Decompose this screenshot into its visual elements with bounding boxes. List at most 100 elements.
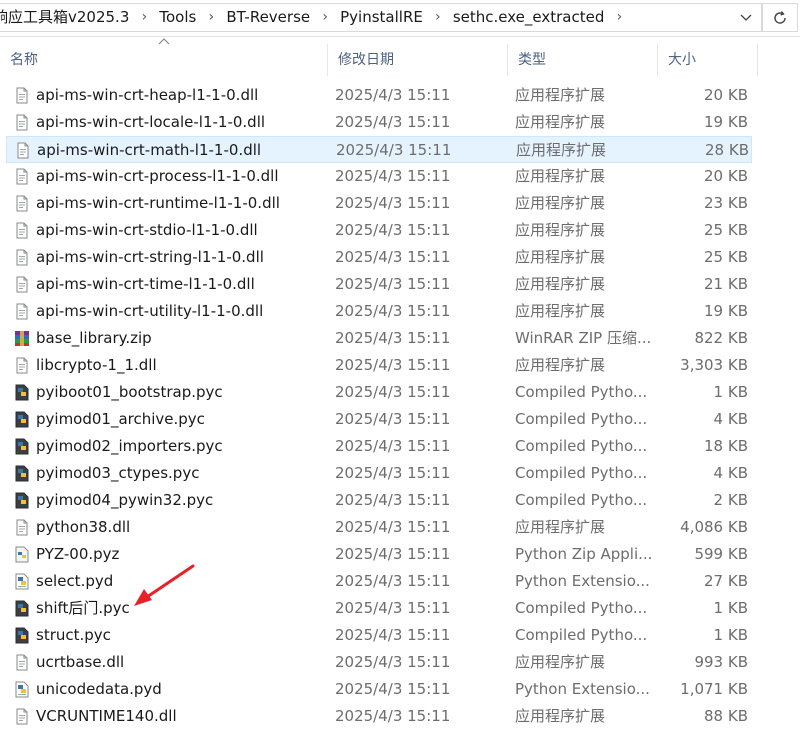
file-size: 27 KB <box>704 572 748 590</box>
breadcrumb-item[interactable]: 响应工具箱v2025.3 <box>0 4 132 31</box>
dll-file-icon <box>14 654 30 671</box>
dll-file-icon <box>14 519 30 536</box>
file-modified-date: 2025/4/3 15:11 <box>335 707 451 725</box>
file-row[interactable]: api-ms-win-crt-process-l1-1-0.dll 2025/4/… <box>6 163 752 190</box>
file-modified-date: 2025/4/3 15:11 <box>335 194 451 212</box>
python-zip-icon <box>14 546 30 563</box>
file-modified-date: 2025/4/3 15:11 <box>335 275 451 293</box>
breadcrumb[interactable]: 响应工具箱v2025.3 › Tools › BT-Reverse › Pyin… <box>0 3 762 32</box>
file-type: Compiled Pytho... <box>515 437 648 455</box>
file-modified-date: 2025/4/3 15:11 <box>335 383 451 401</box>
file-size: 1 KB <box>713 383 748 401</box>
file-row[interactable]: libcrypto-1_1.dll 2025/4/3 15:11 应用程序扩展 3,3… <box>6 352 752 379</box>
file-type: Compiled Pytho... <box>515 464 648 482</box>
file-size: 19 KB <box>704 302 748 320</box>
chevron-right-icon[interactable]: › <box>132 4 156 31</box>
file-type: 应用程序扩展 <box>515 167 606 185</box>
file-name: struct.pyc <box>36 626 111 644</box>
file-modified-date: 2025/4/3 15:11 <box>335 599 451 617</box>
file-modified-date: 2025/4/3 15:11 <box>335 437 451 455</box>
file-name: unicodedata.pyd <box>36 680 162 698</box>
file-size: 822 KB <box>694 329 748 347</box>
file-row[interactable]: api-ms-win-crt-locale-l1-1-0.dll 2025/4/3… <box>6 109 752 136</box>
file-row[interactable]: api-ms-win-crt-time-l1-1-0.dll 2025/4/3 1… <box>6 271 752 298</box>
file-name: api-ms-win-crt-process-l1-1-0.dll <box>36 167 279 185</box>
file-size: 20 KB <box>704 86 748 104</box>
file-name: pyimod03_ctypes.pyc <box>36 464 200 482</box>
file-type: Compiled Pytho... <box>515 410 648 428</box>
python-compiled-icon <box>14 384 30 401</box>
breadcrumb-item[interactable]: PyinstallRE <box>337 4 426 31</box>
file-name: api-ms-win-crt-string-l1-1-0.dll <box>36 248 264 266</box>
file-row[interactable]: python38.dll 2025/4/3 15:11 应用程序扩展 4,086 KB <box>6 514 752 541</box>
breadcrumb-item[interactable]: BT-Reverse <box>223 4 313 31</box>
python-compiled-icon <box>14 438 30 455</box>
breadcrumb-item[interactable]: Tools <box>156 4 199 31</box>
file-name: python38.dll <box>36 518 131 536</box>
file-row[interactable]: pyimod02_importers.pyc 2025/4/3 15:11 Comp… <box>6 433 752 460</box>
python-compiled-icon <box>14 411 30 428</box>
python-extension-icon <box>14 681 30 698</box>
file-name: libcrypto-1_1.dll <box>36 356 157 374</box>
partial-row <box>36 71 186 77</box>
file-modified-date: 2025/4/3 15:11 <box>335 302 451 320</box>
file-row[interactable]: shift后门.pyc 2025/4/3 15:11 Compiled Pytho.… <box>6 595 752 622</box>
file-row[interactable]: api-ms-win-crt-stdio-l1-1-0.dll 2025/4/3 … <box>6 217 752 244</box>
file-type: Compiled Pytho... <box>515 626 648 644</box>
file-row[interactable]: api-ms-win-crt-math-l1-1-0.dll 2025/4/3 1… <box>6 136 752 163</box>
file-row[interactable]: unicodedata.pyd 2025/4/3 15:11 Python Exte… <box>6 676 752 703</box>
file-name: api-ms-win-crt-utility-l1-1-0.dll <box>36 302 264 320</box>
file-row[interactable]: PYZ-00.pyz 2025/4/3 15:11 Python Zip Appli… <box>6 541 752 568</box>
file-size: 21 KB <box>704 275 748 293</box>
file-row[interactable]: pyimod03_ctypes.pyc 2025/4/3 15:11 Compile… <box>6 460 752 487</box>
file-modified-date: 2025/4/3 15:11 <box>335 113 451 131</box>
file-size: 28 KB <box>705 141 749 159</box>
file-row[interactable]: api-ms-win-crt-utility-l1-1-0.dll 2025/4/… <box>6 298 752 325</box>
file-modified-date: 2025/4/3 15:11 <box>335 329 451 347</box>
winrar-archive-icon <box>14 330 30 347</box>
file-name: ucrtbase.dll <box>36 653 125 671</box>
file-modified-date: 2025/4/3 15:11 <box>335 518 451 536</box>
file-type: Python Extensio... <box>515 572 650 590</box>
file-type: 应用程序扩展 <box>515 653 606 671</box>
file-row[interactable]: ucrtbase.dll 2025/4/3 15:11 应用程序扩展 993 KB <box>6 649 752 676</box>
file-row[interactable]: VCRUNTIME140.dll 2025/4/3 15:11 应用程序扩展 88 K… <box>6 703 752 730</box>
file-type: 应用程序扩展 <box>515 275 606 293</box>
file-row[interactable]: pyiboot01_bootstrap.pyc 2025/4/3 15:11 Com… <box>6 379 752 406</box>
file-row[interactable]: api-ms-win-crt-string-l1-1-0.dll 2025/4/3… <box>6 244 752 271</box>
file-row[interactable]: pyimod04_pywin32.pyc 2025/4/3 15:11 Compil… <box>6 487 752 514</box>
chevron-right-icon[interactable]: › <box>199 4 223 31</box>
file-type: Compiled Pytho... <box>515 491 648 509</box>
file-type: Python Extensio... <box>515 680 650 698</box>
column-type-header[interactable]: 类型 <box>508 44 658 76</box>
file-name: api-ms-win-crt-locale-l1-1-0.dll <box>36 113 266 131</box>
file-row[interactable]: api-ms-win-crt-runtime-l1-1-0.dll 2025/4/… <box>6 190 752 217</box>
column-size-header[interactable]: 大小 <box>658 44 758 76</box>
column-date-header[interactable]: 修改日期 <box>328 44 508 76</box>
file-modified-date: 2025/4/3 15:11 <box>335 86 451 104</box>
chevron-right-icon[interactable]: › <box>426 4 450 31</box>
dll-file-icon <box>14 87 30 104</box>
chevron-right-icon[interactable]: › <box>313 4 337 31</box>
file-modified-date: 2025/4/3 15:11 <box>335 221 451 239</box>
file-row[interactable]: api-ms-win-crt-heap-l1-1-0.dll 2025/4/3 1… <box>6 82 752 109</box>
file-row[interactable]: select.pyd 2025/4/3 15:11 Python Extensio.… <box>6 568 752 595</box>
chevron-right-icon[interactable]: › <box>607 4 631 31</box>
chevron-down-icon <box>740 14 752 21</box>
refresh-button[interactable] <box>762 3 798 32</box>
dll-file-icon <box>14 276 30 293</box>
file-name: pyimod02_importers.pyc <box>36 437 223 455</box>
breadcrumb-item[interactable]: sethc.exe_extracted <box>450 4 608 31</box>
file-type: 应用程序扩展 <box>516 141 607 159</box>
file-size: 1 KB <box>713 626 748 644</box>
file-modified-date: 2025/4/3 15:11 <box>335 653 451 671</box>
file-row[interactable]: struct.pyc 2025/4/3 15:11 Compiled Pytho..… <box>6 622 752 649</box>
file-name: base_library.zip <box>36 329 152 347</box>
file-row[interactable]: pyimod01_archive.pyc 2025/4/3 15:11 Compil… <box>6 406 752 433</box>
python-compiled-icon <box>14 492 30 509</box>
file-size: 20 KB <box>704 167 748 185</box>
refresh-icon <box>774 10 786 24</box>
file-row[interactable]: base_library.zip 2025/4/3 15:11 WinRAR ZIP… <box>6 325 752 352</box>
address-history-dropdown[interactable] <box>734 3 758 32</box>
file-size: 25 KB <box>704 221 748 239</box>
